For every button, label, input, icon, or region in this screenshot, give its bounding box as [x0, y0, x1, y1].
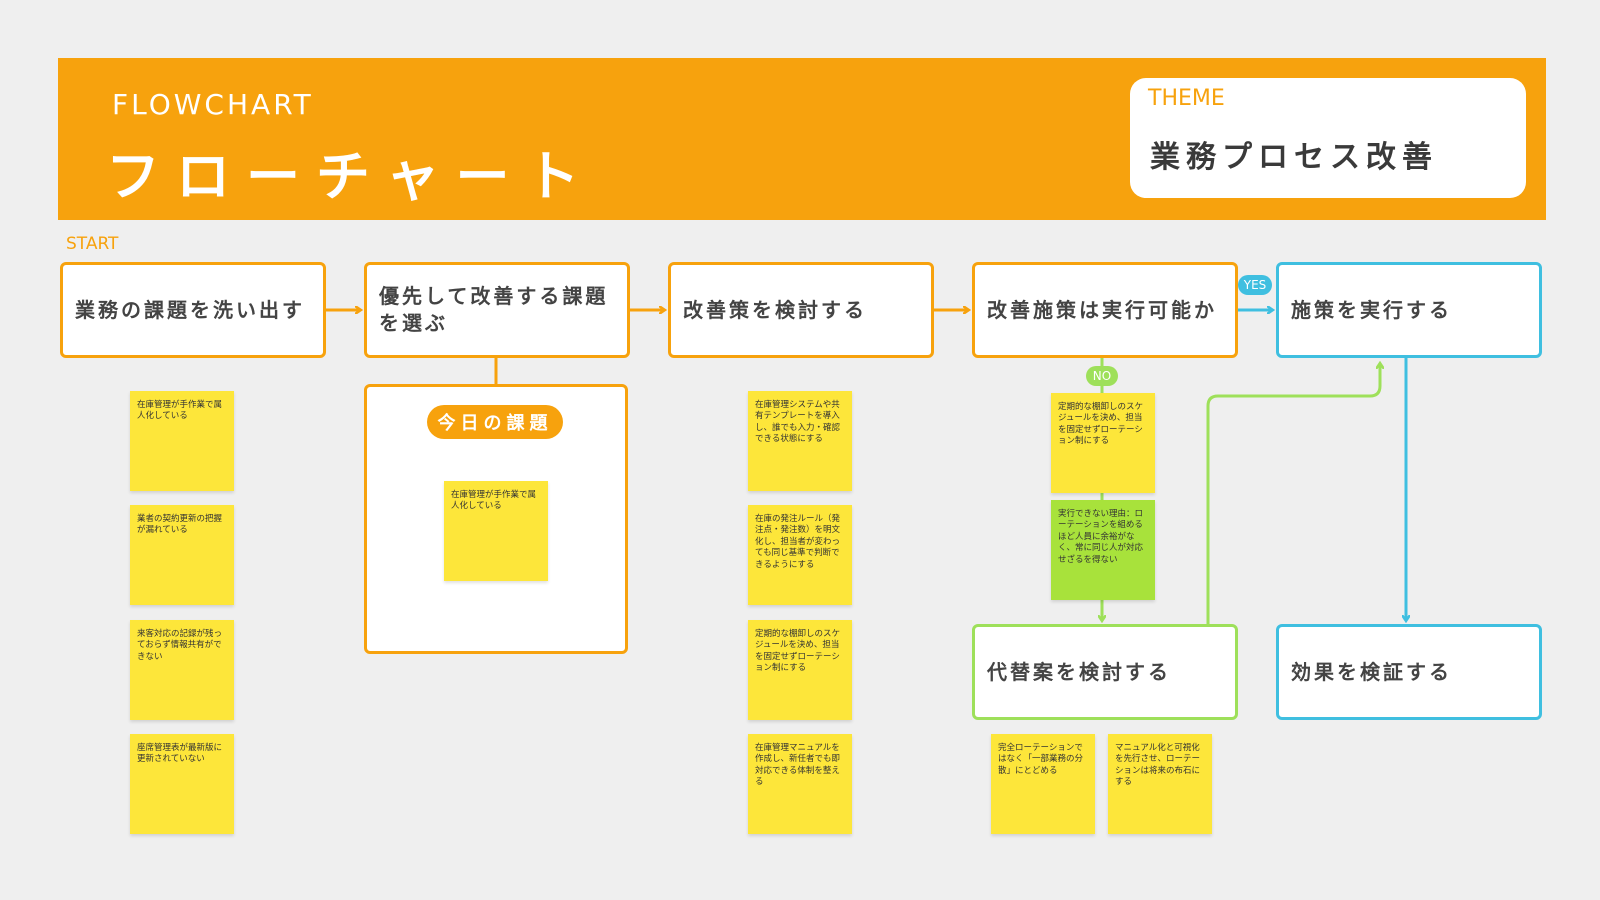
theme-box: THEME 業務プロセス改善	[1130, 78, 1526, 198]
sticky-note-no-branch: 定期的な棚卸しのスケジュールを決め、担当を固定せずローテーション制にする	[1051, 393, 1155, 493]
sticky-note-issue: 来客対応の記録が残っておらず情報共有ができない	[130, 620, 234, 720]
sticky-note-measure: 在庫の発注ルール（発注点・発注数）を明文化し、担当者が変わっても同じ基準で判断で…	[748, 505, 852, 605]
node-execute-measures: 施策を実行する	[1276, 262, 1542, 358]
node-prioritize-issue: 優先して改善する課題を選ぶ	[364, 262, 630, 358]
sticky-note-issue: 座席管理表が最新版に更新されていない	[130, 734, 234, 834]
node-identify-issues: 業務の課題を洗い出す	[60, 262, 326, 358]
no-label: NO	[1086, 366, 1118, 386]
sticky-note-issue: 在庫管理が手作業で属人化している	[130, 391, 234, 491]
sticky-note-measure: 在庫管理システムや共有テンプレートを導入し、誰でも入力・確認できる状態にする	[748, 391, 852, 491]
sticky-note-alternative: 完全ローテーションではなく「一部業務の分散」にとどめる	[991, 734, 1095, 834]
sticky-note-reason: 実行できない理由：ローテーションを組めるほど人員に余裕がなく、常に同じ人が対応せ…	[1051, 500, 1155, 600]
sticky-note-measure: 在庫管理マニュアルを作成し、新任者でも即対応できる体制を整える	[748, 734, 852, 834]
theme-value: 業務プロセス改善	[1150, 140, 1438, 175]
sticky-note-issue: 業者の契約更新の把握が漏れている	[130, 505, 234, 605]
arrow-alternative-execute	[1206, 364, 1380, 624]
sticky-note-measure: 定期的な棚卸しのスケジュールを決め、担当を固定せずローテーション制にする	[748, 620, 852, 720]
theme-label: THEME	[1148, 86, 1225, 111]
node-verify-effect: 効果を検証する	[1276, 624, 1542, 720]
sticky-note-alternative: マニュアル化と可視化を先行させ、ローテーションは将来の布石にする	[1108, 734, 1212, 834]
yes-label: YES	[1238, 275, 1272, 295]
node-consider-measures: 改善策を検討する	[668, 262, 934, 358]
node-consider-alternative: 代替案を検討する	[972, 624, 1238, 720]
sticky-note-today-issue: 在庫管理が手作業で属人化している	[444, 481, 548, 581]
start-label: START	[66, 234, 119, 254]
header-title: フローチャート	[106, 145, 596, 208]
today-issue-tag: 今日の課題	[427, 405, 563, 439]
node-feasibility-decision: 改善施策は実行可能か	[972, 262, 1238, 358]
header-subtitle: FLOWCHART	[112, 88, 314, 121]
header-banner: FLOWCHART フローチャート THEME 業務プロセス改善	[58, 58, 1546, 220]
